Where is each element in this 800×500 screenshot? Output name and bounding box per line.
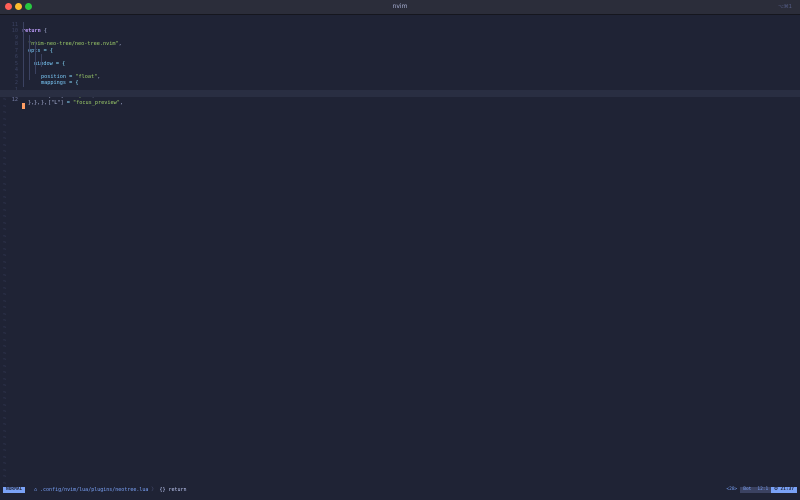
terminal-window: nvim ⌥⌘1 11 return { 10 "nvim-neo-tree/n… bbox=[0, 0, 800, 500]
scroll-position: Bot bbox=[740, 487, 755, 493]
code-line[interactable]: 1 }, bbox=[0, 80, 800, 106]
editor-buffer[interactable]: 11 return { 10 "nvim-neo-tree/neo-tree.n… bbox=[0, 15, 800, 487]
indent-guide bbox=[23, 80, 24, 87]
cursor-position: 12:1 bbox=[754, 487, 772, 493]
file-path[interactable]: ⌂ .config/nvim/lua/plugins/neotree.lua 〉… bbox=[34, 486, 187, 494]
count-indicator: <28> bbox=[726, 487, 738, 492]
status-line: NORMAL ⌂ .config/nvim/lua/plugins/neotre… bbox=[0, 486, 800, 494]
window-shortcut: ⌥⌘1 bbox=[778, 4, 792, 10]
clock: ⏱ 21:37 bbox=[771, 487, 797, 493]
breadcrumb-separator: 〉 bbox=[148, 487, 157, 493]
title-bar[interactable]: nvim ⌥⌘1 bbox=[0, 0, 800, 15]
file-path-text: .config/nvim/lua/plugins/neotree.lua bbox=[37, 487, 149, 493]
current-line[interactable]: 12 bbox=[0, 90, 800, 109]
command-line[interactable] bbox=[0, 494, 800, 500]
status-right: <28> Bot 12:1 ⏱ 21:37 bbox=[723, 487, 797, 493]
mode-indicator: NORMAL bbox=[3, 487, 26, 493]
breadcrumb-symbol: return bbox=[165, 487, 187, 493]
window-title: nvim bbox=[392, 3, 408, 10]
